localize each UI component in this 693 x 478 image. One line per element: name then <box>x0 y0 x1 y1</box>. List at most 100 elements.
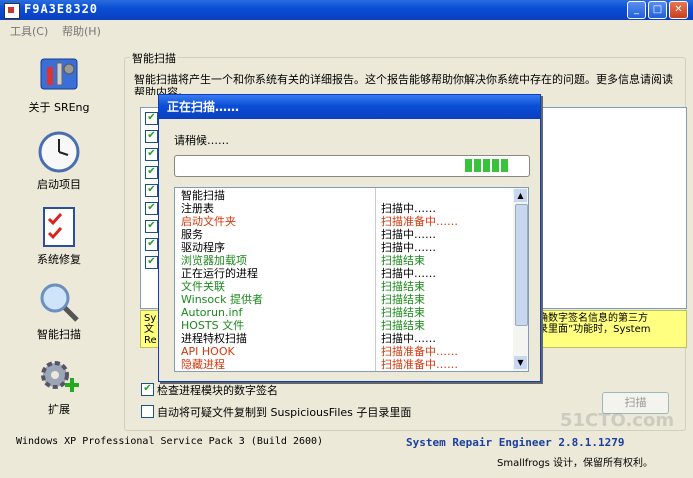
scan-item-name: 注册表 <box>181 202 214 215</box>
note-line2-right: 录里面”功能时，System <box>538 324 651 335</box>
sidebar-item-repair[interactable]: 系统修复 <box>0 205 118 267</box>
window-title: F9A3E8320 <box>24 2 99 16</box>
sidebar-label-about: 关于 SREng <box>28 101 90 114</box>
scan-row[interactable]: 启动文件夹 扫描准备中…… <box>175 215 512 228</box>
scan-item-name: 进程特权扫描 <box>181 332 247 345</box>
copyright: Smallfrogs 设计，保留所有权利。 <box>497 458 654 469</box>
clock-icon <box>37 130 81 174</box>
scan-item-name: Winsock 提供者 <box>181 293 264 306</box>
sidebar-item-about[interactable]: 关于 SREng <box>0 53 118 115</box>
scan-item-name: Autorun.inf <box>181 306 243 319</box>
scroll-up-arrow[interactable]: ▲ <box>514 189 527 202</box>
os-version: Windows XP Professional Service Pack 3 (… <box>16 436 324 447</box>
signature-checkbox[interactable]: ✔ <box>141 383 154 396</box>
sidebar-item-startup[interactable]: 启动项目 <box>0 130 118 192</box>
scan-row[interactable]: 驱动程序 扫描中…… <box>175 241 512 254</box>
scan-progress-bar <box>174 155 530 177</box>
scan-item-name: 驱动程序 <box>181 241 225 254</box>
scan-row[interactable]: API HOOK 扫描准备中…… <box>175 345 512 358</box>
scan-row[interactable]: 注册表 扫描中…… <box>175 202 512 215</box>
scan-item-status: 扫描中…… <box>381 267 436 280</box>
about-tools-icon <box>37 53 81 97</box>
scan-item-name: HOSTS 文件 <box>181 319 245 332</box>
intro-text: 智能扫描将产生一个和你系统有关的详细报告。这个报告能够帮助你解决你系统中存在的问… <box>134 73 673 95</box>
scan-item-name: 正在运行的进程 <box>181 267 258 280</box>
note-line3-left: Re <box>144 335 157 346</box>
scan-item-name: 启动文件夹 <box>181 215 236 228</box>
scan-row[interactable]: Winsock 提供者 扫描结束 <box>175 293 512 306</box>
status-area: Windows XP Professional Service Pack 3 (… <box>0 410 693 478</box>
scan-item-name: 服务 <box>181 228 203 241</box>
sidebar: 关于 SREng 启动项目 系统修复 智能扫描 扩展 <box>0 45 118 425</box>
scan-row[interactable]: 服务 扫描中…… <box>175 228 512 241</box>
scan-item-status: 扫描结束 <box>381 254 425 267</box>
option-checkbox[interactable]: ✔ <box>145 166 158 179</box>
scan-row[interactable]: Autorun.inf 扫描结束 <box>175 306 512 319</box>
scan-item-status: 扫描准备中…… <box>381 345 458 358</box>
watermark: 51CTO.com <box>560 410 675 431</box>
option-checkbox[interactable]: ✔ <box>145 130 158 143</box>
option-checkbox[interactable]: ✔ <box>145 238 158 251</box>
progress-segment <box>483 159 490 172</box>
scan-row[interactable]: 进程特权扫描 扫描中…… <box>175 332 512 345</box>
scan-item-name: 智能扫描 <box>181 189 225 202</box>
scroll-down-arrow[interactable]: ▼ <box>514 356 527 369</box>
maximize-button[interactable]: □ <box>648 1 667 19</box>
menu-bar: 工具(C) 帮助(H) <box>0 20 693 40</box>
option-checkbox[interactable]: ✔ <box>145 112 158 125</box>
menu-tools[interactable]: 工具(C) <box>10 23 48 39</box>
sidebar-item-smart-scan[interactable]: 智能扫描 <box>0 280 118 342</box>
product-version: System Repair Engineer 2.8.1.1279 <box>406 436 625 449</box>
progress-segment <box>492 159 499 172</box>
scan-item-status: 扫描准备中…… <box>381 215 458 228</box>
scan-item-status: 扫描结束 <box>381 293 425 306</box>
progress-segment <box>501 159 508 172</box>
scan-item-status: 扫描结束 <box>381 319 425 332</box>
gear-plus-icon <box>37 355 81 399</box>
app-icon <box>4 3 20 19</box>
copy-files-option-label: 自动将可疑文件复制到 SuspiciousFiles 子目录里面 <box>157 406 412 419</box>
progress-segment <box>474 159 481 172</box>
scan-row[interactable]: 隐藏进程 扫描准备中…… <box>175 358 512 371</box>
sidebar-label-extend: 扩展 <box>48 403 70 416</box>
scan-item-status: 扫描结束 <box>381 306 425 319</box>
scan-status-grid[interactable]: 智能扫描 注册表 扫描中…… 启动文件夹 扫描准备中…… 服务 扫描中…… 驱动程序 扫描中……… <box>174 187 529 372</box>
sidebar-label-repair: 系统修复 <box>37 253 81 266</box>
vertical-scrollbar[interactable]: ▲ ▼ <box>513 188 528 371</box>
scan-row[interactable]: 智能扫描 <box>175 189 512 202</box>
menu-help[interactable]: 帮助(H) <box>62 23 101 39</box>
dialog-title: 正在扫描…… <box>159 95 540 119</box>
scan-item-name: 隐藏进程 <box>181 358 225 371</box>
scan-item-name: 文件关联 <box>181 280 225 293</box>
option-checkbox[interactable]: ✔ <box>145 184 158 197</box>
progress-segment <box>465 159 472 172</box>
scan-item-status: 扫描准备中…… <box>381 358 458 371</box>
sidebar-label-smart-scan: 智能扫描 <box>37 328 81 341</box>
scan-item-status: 扫描中…… <box>381 332 436 345</box>
scan-item-status: 扫描结束 <box>381 280 425 293</box>
scan-row[interactable]: 浏览器加载项 扫描结束 <box>175 254 512 267</box>
scanning-dialog: 正在扫描…… 请稍候…… 智能扫描 注册表 扫描中…… 启动文件夹 扫描准备中…… 服务扫… <box>158 94 541 382</box>
copy-files-checkbox[interactable] <box>141 405 154 418</box>
signature-option-label: 检查进程模块的数字签名 <box>157 384 278 397</box>
sidebar-item-extend[interactable]: 扩展 <box>0 355 118 417</box>
scan-row[interactable]: 正在运行的进程 扫描中…… <box>175 267 512 280</box>
minimize-button[interactable]: _ <box>627 1 646 19</box>
close-button[interactable]: ✕ <box>669 1 688 19</box>
magnifier-icon <box>37 280 81 324</box>
checklist-icon <box>37 205 81 249</box>
option-checkbox[interactable]: ✔ <box>145 202 158 215</box>
sidebar-label-startup: 启动项目 <box>37 178 81 191</box>
scroll-thumb[interactable] <box>515 204 528 326</box>
option-checkbox[interactable]: ✔ <box>145 148 158 161</box>
scan-item-status: 扫描中…… <box>381 202 436 215</box>
title-bar[interactable]: F9A3E8320 _ □ ✕ <box>0 0 693 20</box>
scan-row[interactable]: HOSTS 文件 扫描结束 <box>175 319 512 332</box>
group-title: 智能扫描 <box>130 50 178 66</box>
wait-text: 请稍候…… <box>174 134 229 147</box>
option-checkbox[interactable]: ✔ <box>145 220 158 233</box>
option-checkbox[interactable]: ✔ <box>145 256 158 269</box>
scan-item-status: 扫描中…… <box>381 241 436 254</box>
scan-item-name: API HOOK <box>181 345 235 358</box>
scan-row[interactable]: 文件关联 扫描结束 <box>175 280 512 293</box>
